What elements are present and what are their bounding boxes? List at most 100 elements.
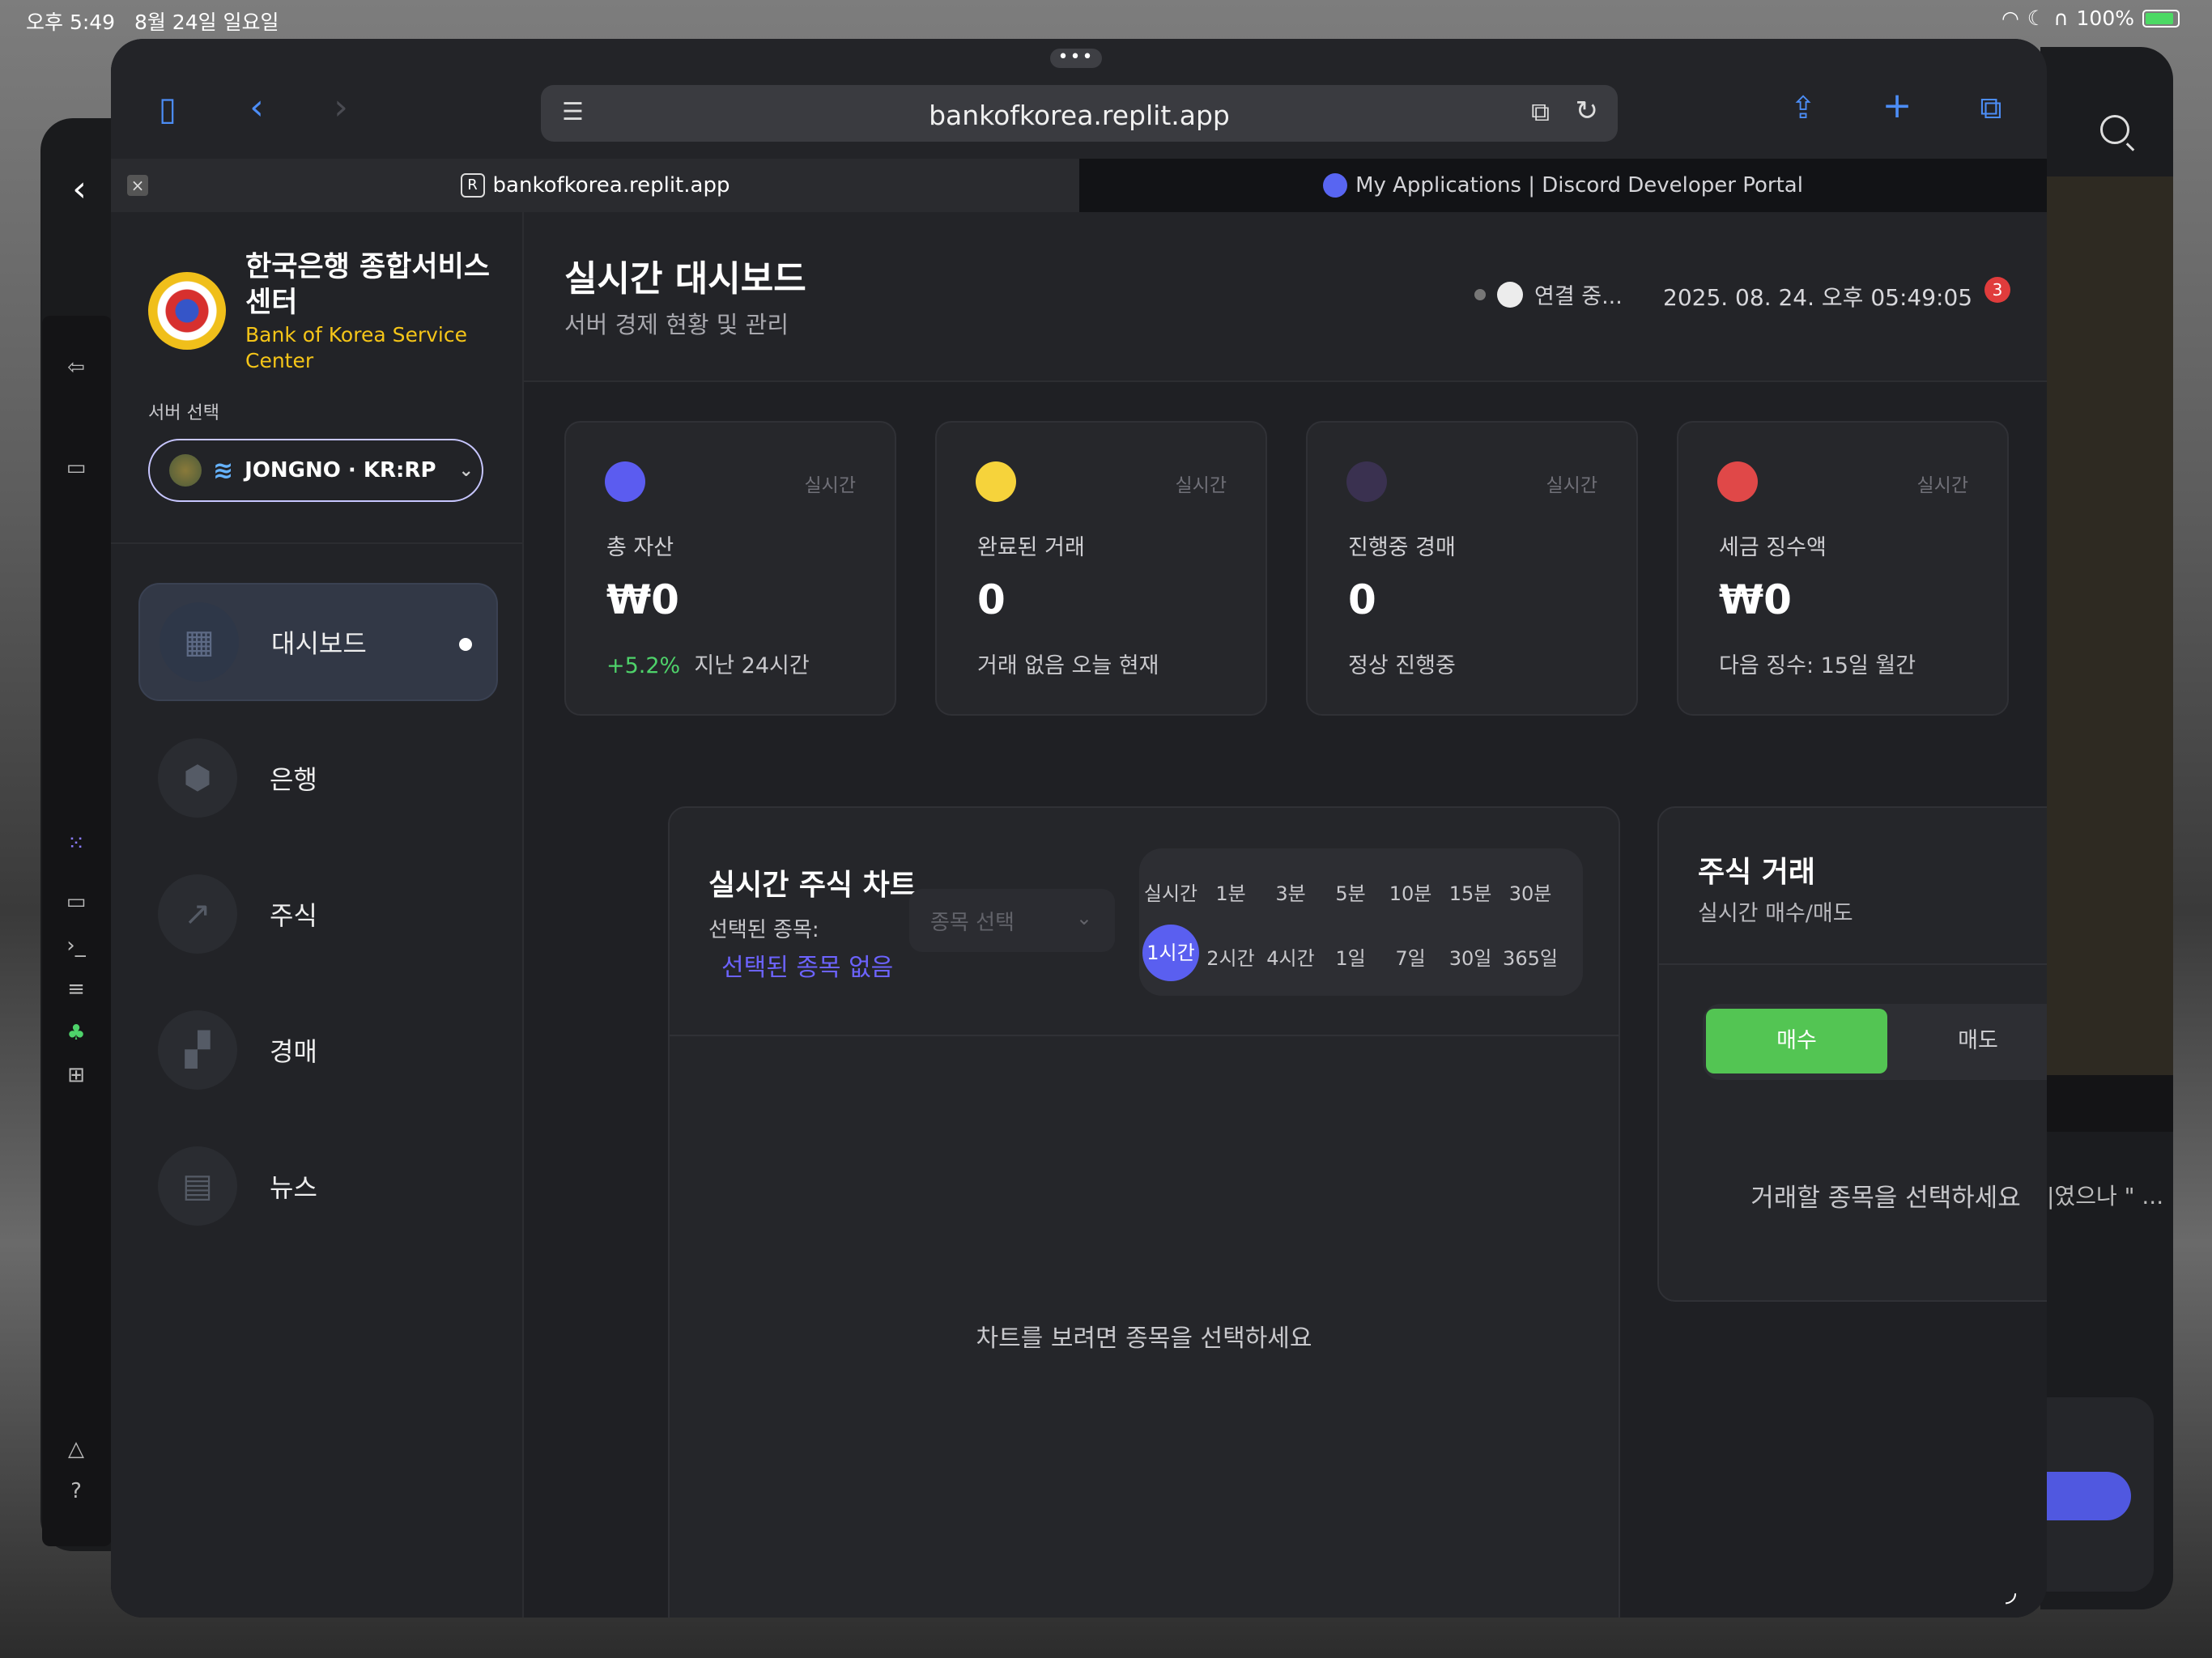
brand-subtitle: Bank of Korea Service Center [245, 323, 467, 372]
forward-icon[interactable]: › [317, 87, 365, 136]
stock-select-dropdown[interactable]: 종목 선택 ⌄ [909, 889, 1115, 952]
search-icon[interactable] [2100, 115, 2129, 144]
timeframe-option[interactable]: 1분 [1202, 878, 1259, 906]
back-icon[interactable]: ‹ [232, 87, 281, 136]
database-icon[interactable]: ≡ [62, 975, 91, 1004]
card-value: 0 [1348, 576, 1376, 623]
share-icon[interactable]: ⇪ [1779, 87, 1827, 136]
page-header: 실시간 대시보드 서버 경제 현황 및 관리 연결 중... 2025. 08.… [524, 212, 2047, 382]
tab-discord[interactable]: My Applications | Discord Developer Port… [1079, 159, 2047, 212]
monitor-icon[interactable]: ▭ [62, 887, 91, 916]
folder-icon[interactable]: ▭ [62, 453, 91, 483]
timeframe-option[interactable]: 4시간 [1262, 942, 1319, 971]
server-select[interactable]: ≋ JONGNO · KR:RP ⌄ [148, 439, 483, 502]
replit-favicon-icon: R [460, 173, 485, 198]
address-bar[interactable]: ☰ bankofkorea.replit.app ⧉ ↻ [541, 85, 1618, 142]
timeframe-option[interactable]: 1일 [1322, 942, 1379, 971]
timeframe-option[interactable]: 10분 [1382, 878, 1439, 906]
dashboard-icon: ▦ [160, 602, 239, 682]
timeframe-option[interactable]: 2시간 [1202, 942, 1259, 971]
help-icon[interactable]: ? [62, 1477, 91, 1506]
sidebar-item-label: 주식 [270, 900, 317, 931]
chart-title: 실시간 주식 차트 [708, 869, 917, 902]
tree-icon[interactable]: ♣ [62, 1018, 91, 1048]
timeframe-option[interactable]: 15분 [1442, 878, 1499, 906]
grid-icon[interactable]: ⊞ [62, 1061, 91, 1090]
window-menu-dots[interactable]: ••• [1050, 49, 1102, 68]
chevron-down-icon: ⌄ [458, 460, 474, 481]
discord-favicon-icon [1323, 173, 1348, 198]
timeframe-option[interactable]: 5분 [1322, 878, 1379, 906]
card-dot [1717, 461, 1758, 502]
wave-icon: ≋ [213, 456, 234, 485]
sidebar-item-stocks[interactable]: ↗ 주식 [138, 855, 498, 973]
buy-sell-toggle: 매수 매도 [1703, 1004, 2047, 1080]
status-icons: ◠ ☾ ∩ 100% [2001, 6, 2180, 30]
card-label: 완료된 거래 [977, 535, 1085, 560]
card-change: +5.2% [606, 653, 681, 678]
page-subtitle: 서버 경제 현황 및 관리 [564, 311, 789, 338]
timeframe-option[interactable]: 7일 [1382, 942, 1439, 971]
card-tag: 실시간 [1546, 475, 1597, 496]
sidebar-item-bank[interactable]: ⬢ 은행 [138, 719, 498, 837]
exit-icon[interactable]: ⇦ [62, 353, 91, 382]
trade-empty-message: 거래할 종목을 선택하세요 [1750, 1184, 2021, 1213]
sidebar-item-auction[interactable]: ▞ 경매 [138, 991, 498, 1109]
tab-bar: R bankofkorea.replit.app × My Applicatio… [111, 159, 2047, 212]
sidebar-item-label: 은행 [270, 764, 317, 795]
card-note: 지난 24시간 [694, 653, 810, 678]
moon-icon: ☾ [2027, 6, 2046, 30]
card-label: 세금 징수액 [1719, 535, 1827, 560]
battery-icon [2142, 9, 2180, 28]
chevron-down-icon: ⌄ [1075, 907, 1092, 929]
card-tag: 실시간 [1916, 475, 1968, 496]
timeframe-option[interactable]: 실시간 [1142, 878, 1199, 906]
card-note: 정상 진행중 [1348, 653, 1456, 678]
new-tab-icon[interactable]: + [1873, 86, 1921, 134]
timeframe-option[interactable]: 3분 [1262, 878, 1319, 906]
dropdown-placeholder: 종목 선택 [930, 910, 1015, 935]
selected-stock-label: 선택된 종목: [708, 918, 819, 942]
sidebar-item-dashboard[interactable]: ▦ 대시보드 [138, 583, 498, 701]
bell-icon[interactable]: △ [62, 1435, 91, 1464]
bank-logo [148, 272, 226, 350]
tabs-overview-icon[interactable]: ⧉ [1967, 87, 2015, 136]
status-date: 8월 24일 일요일 [134, 11, 279, 34]
sidebar-toggle-icon[interactable]: ▯ [143, 89, 192, 138]
extension-icon[interactable]: ⧉ [1531, 96, 1550, 128]
tab-label: bankofkorea.replit.app [492, 173, 730, 198]
terminal-icon[interactable]: ›_ [62, 931, 91, 960]
timeframe-option-active[interactable]: 1시간 [1142, 925, 1199, 981]
address-url[interactable]: bankofkorea.replit.app [541, 100, 1618, 131]
notification-badge[interactable]: 3 [1984, 277, 2010, 303]
card-label: 총 자산 [606, 535, 674, 560]
stat-card-completed-trades: 실시간 완료된 거래 0 거래 없음 오늘 현재 [935, 421, 1267, 716]
reload-icon[interactable]: ↻ [1576, 95, 1599, 127]
resize-handle-icon[interactable]: ◞ [2006, 1575, 2016, 1608]
sidebar-item-news[interactable]: ▤ 뉴스 [138, 1127, 498, 1245]
timeframe-option[interactable]: 30일 [1442, 942, 1499, 971]
card-label: 진행중 경매 [1348, 535, 1456, 560]
status-dot [1474, 288, 1486, 300]
card-note: 거래 없음 오늘 현재 [977, 653, 1159, 678]
status-bar: 오후 5:49 8월 24일 일요일 ◠ ☾ ∩ 100% [0, 0, 2212, 37]
divider [670, 1035, 1619, 1036]
buy-button[interactable]: 매수 [1706, 1009, 1887, 1073]
sidebar: 한국은행 종합서비스 센터 Bank of Korea Service Cent… [111, 212, 524, 1618]
tab-bankofkorea[interactable]: R bankofkorea.replit.app [111, 159, 1079, 212]
web-app: 한국은행 종합서비스 센터 Bank of Korea Service Cent… [111, 212, 2047, 1618]
sell-button[interactable]: 매도 [1887, 1009, 2047, 1073]
apps-grid-icon[interactable]: ⁙ [62, 829, 91, 858]
back-chevron-icon[interactable]: ‹ [65, 172, 94, 207]
background-button[interactable] [2040, 1472, 2131, 1520]
tab-label: My Applications | Discord Developer Port… [1355, 173, 1803, 198]
connection-status: 연결 중... [1474, 278, 1623, 310]
battery-percent: 100% [2076, 6, 2134, 30]
close-tab-icon[interactable]: × [127, 175, 148, 196]
status-indicator [1497, 281, 1523, 308]
timeframe-option[interactable]: 30분 [1502, 878, 1559, 906]
active-indicator [459, 638, 472, 651]
card-footer: +5.2% 지난 24시간 [606, 648, 810, 679]
divider [111, 542, 524, 544]
timeframe-option[interactable]: 365일 [1502, 942, 1559, 971]
